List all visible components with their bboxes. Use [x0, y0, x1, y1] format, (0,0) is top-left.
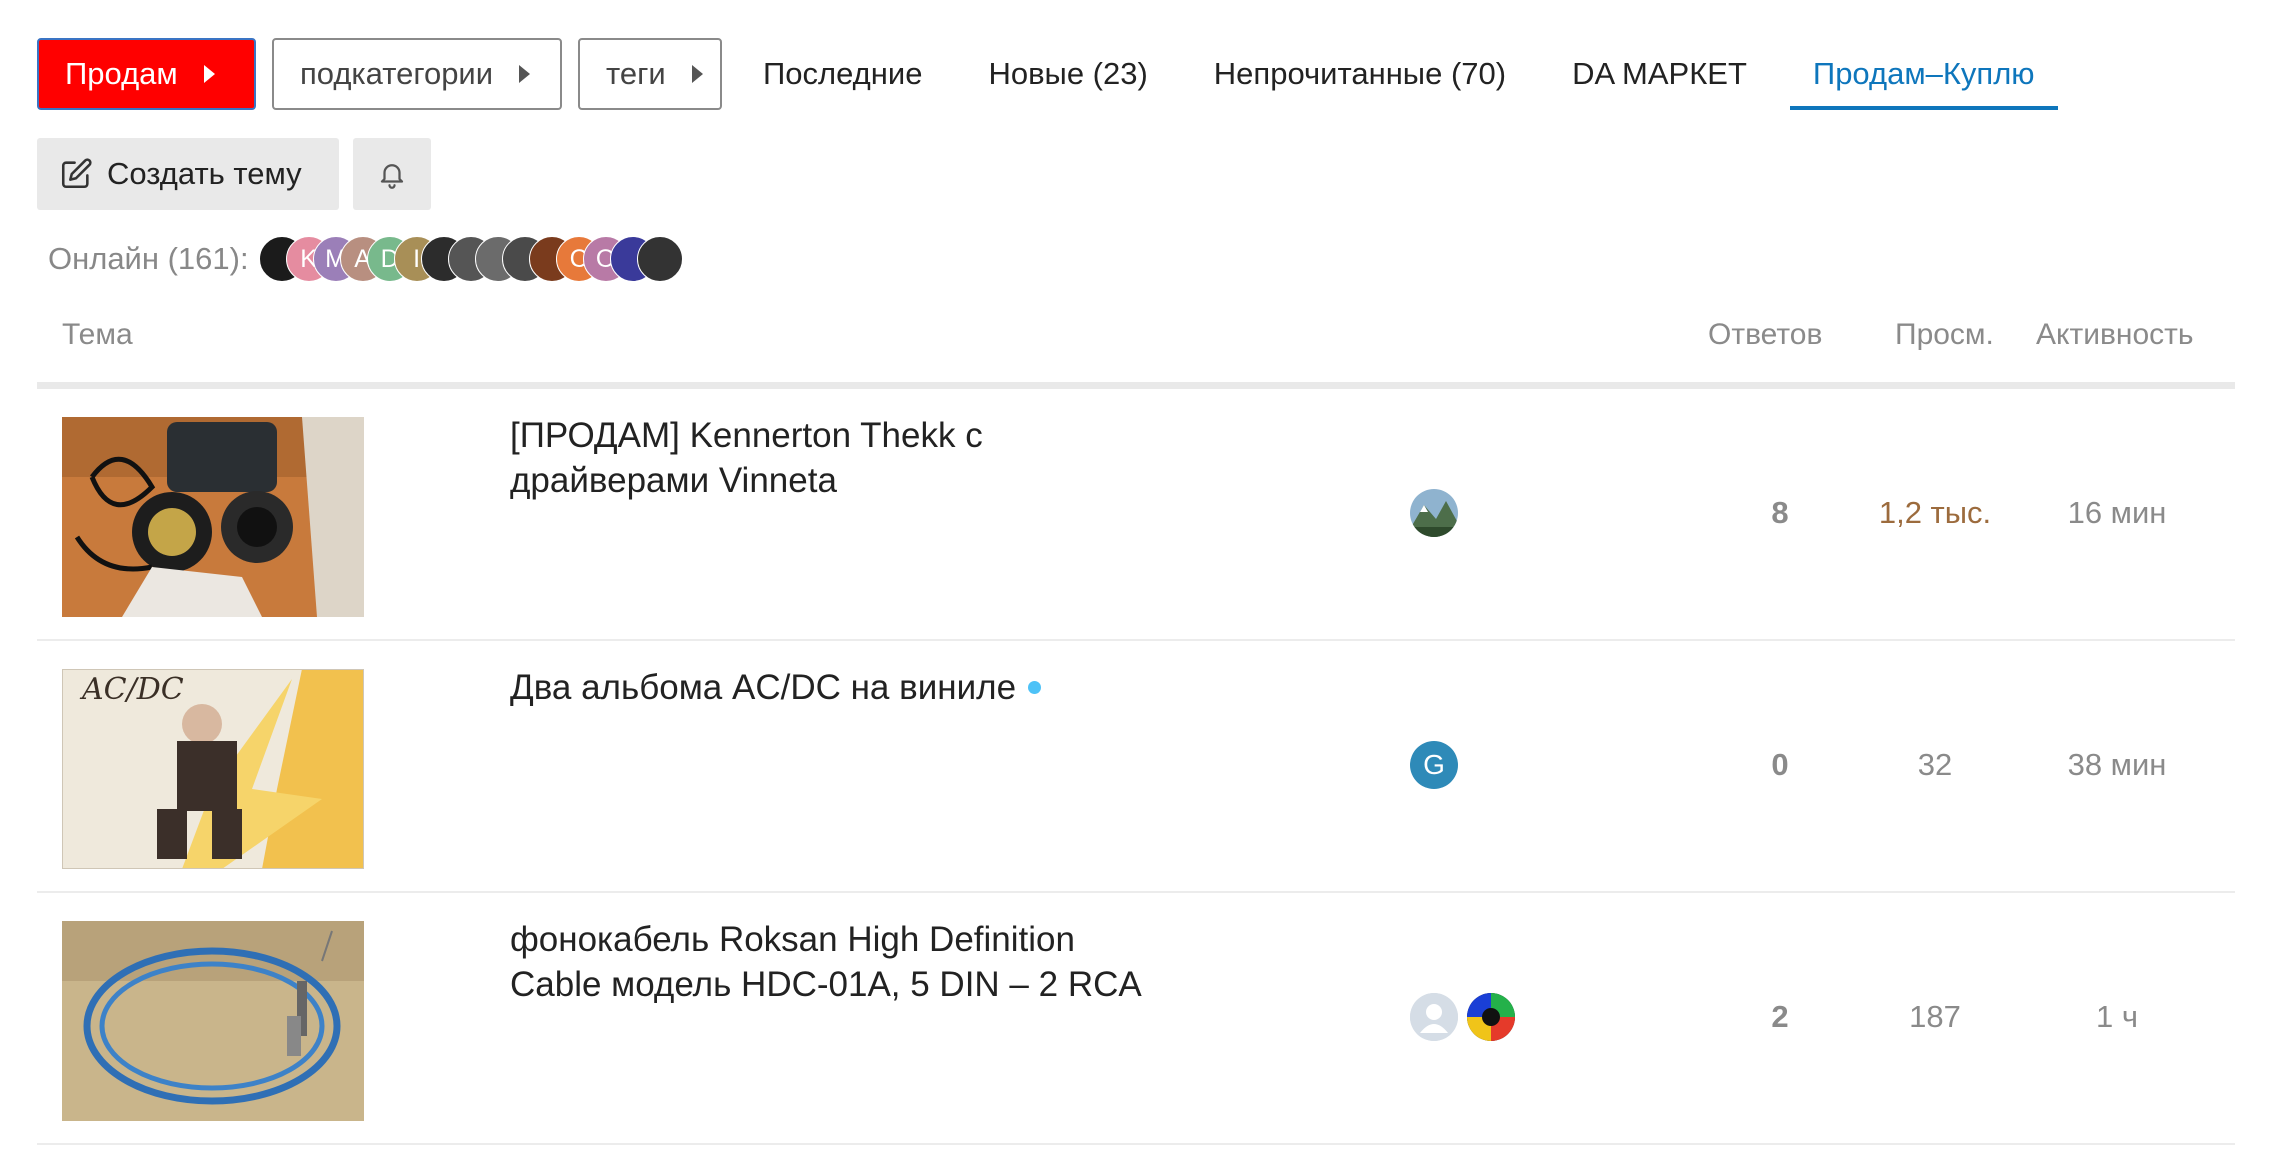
nav-tabs: Последние Новые (23) Непрочитанные (70) …: [756, 38, 2078, 110]
unread-indicator-icon: [1028, 681, 1042, 694]
tab-sell-buy[interactable]: Продам–Куплю: [1789, 38, 2058, 110]
replies-count: 2: [1771, 999, 1789, 1034]
poster-avatar[interactable]: [1410, 489, 1458, 537]
svg-text:AC/DC: AC/DC: [79, 672, 184, 707]
caret-right-icon: [203, 65, 215, 83]
header-views[interactable]: Просм.: [1895, 318, 1994, 352]
navigation-bar: Продам подкатегории теги Последние Новые…: [37, 38, 2078, 110]
replies-count: 0: [1771, 747, 1789, 782]
category-label: Продам: [65, 56, 178, 91]
header-divider: [37, 382, 2235, 389]
views-count: 32: [1917, 747, 1953, 782]
topic-title-text[interactable]: Два альбома AC/DC на виниле: [510, 668, 1016, 707]
poster-letter: G: [1423, 749, 1445, 780]
topic-title[interactable]: фонокабель Roksan High Definition Cable …: [510, 917, 1150, 1007]
header-topic[interactable]: Тема: [62, 318, 133, 352]
online-count: Онлайн (161):: [48, 241, 249, 276]
views-count: 187: [1909, 999, 1961, 1034]
caret-right-icon: [519, 65, 531, 83]
topic-title[interactable]: Два альбома AC/DC на виниле: [510, 665, 1150, 710]
default-user-icon: [1410, 993, 1458, 1041]
views-count: 1,2 тыс.: [1878, 495, 1992, 530]
header-replies[interactable]: Ответов: [1708, 318, 1822, 352]
poster-avatar[interactable]: [1410, 993, 1458, 1041]
bell-icon: [380, 164, 404, 189]
topic-thumbnail[interactable]: AC/DC: [62, 669, 364, 869]
category-dropdown[interactable]: Продам: [37, 38, 256, 110]
subcategories-dropdown[interactable]: подкатегории: [272, 38, 562, 110]
tags-dropdown[interactable]: теги: [578, 38, 722, 110]
topic-thumbnail[interactable]: [62, 921, 364, 1121]
create-topic-button[interactable]: Создать тему: [37, 138, 339, 210]
page: Продам подкатегории теги Последние Новые…: [0, 0, 2272, 1164]
poster-avatar[interactable]: G: [1410, 741, 1458, 789]
actions-bar: Создать тему: [37, 138, 431, 210]
mountain-avatar-icon: [1410, 489, 1458, 537]
activity-time[interactable]: 1 ч: [2037, 999, 2197, 1035]
subcategories-label: подкатегории: [300, 56, 494, 91]
create-topic-label: Создать тему: [107, 156, 302, 191]
colorful-avatar-icon: [1467, 993, 1515, 1041]
online-user-letter: I: [413, 244, 421, 273]
topic-row: AC/DC Два альбома AC/DC на виниле G 0 32…: [37, 641, 2235, 893]
row-divider: [37, 1143, 2235, 1145]
activity-time[interactable]: 38 мин: [2037, 747, 2197, 783]
poster-avatar[interactable]: [1467, 993, 1515, 1041]
cable-photo-icon: [62, 921, 364, 1121]
activity-time[interactable]: 16 мин: [2037, 495, 2197, 531]
acdc-vinyl-photo-icon: AC/DC: [62, 669, 364, 869]
topic-thumbnail[interactable]: [62, 417, 364, 617]
replies-count: 8: [1771, 495, 1789, 530]
tab-da-market[interactable]: DA МАРКЕТ: [1549, 38, 1770, 110]
tab-new[interactable]: Новые (23): [965, 38, 1170, 110]
headphones-photo-icon: [62, 417, 364, 617]
tags-label: теги: [606, 56, 666, 91]
online-user-avatar[interactable]: [636, 236, 683, 282]
online-avatars: KMADICO: [258, 236, 683, 282]
tab-latest[interactable]: Последние: [756, 38, 945, 110]
topic-row: [ПРОДАМ] Kennerton Thekk с драйверами Vi…: [37, 389, 2235, 641]
pencil-square-icon: [61, 158, 92, 189]
topic-row: фонокабель Roksan High Definition Cable …: [37, 893, 2235, 1145]
topic-title[interactable]: [ПРОДАМ] Kennerton Thekk с драйверами Vi…: [510, 413, 1150, 503]
tab-unread[interactable]: Непрочитанные (70): [1191, 38, 1529, 110]
header-activity[interactable]: Активность: [2036, 318, 2194, 352]
notifications-button[interactable]: [353, 138, 431, 210]
caret-right-icon: [691, 65, 703, 83]
online-users: Онлайн (161): KMADICO: [48, 236, 683, 282]
